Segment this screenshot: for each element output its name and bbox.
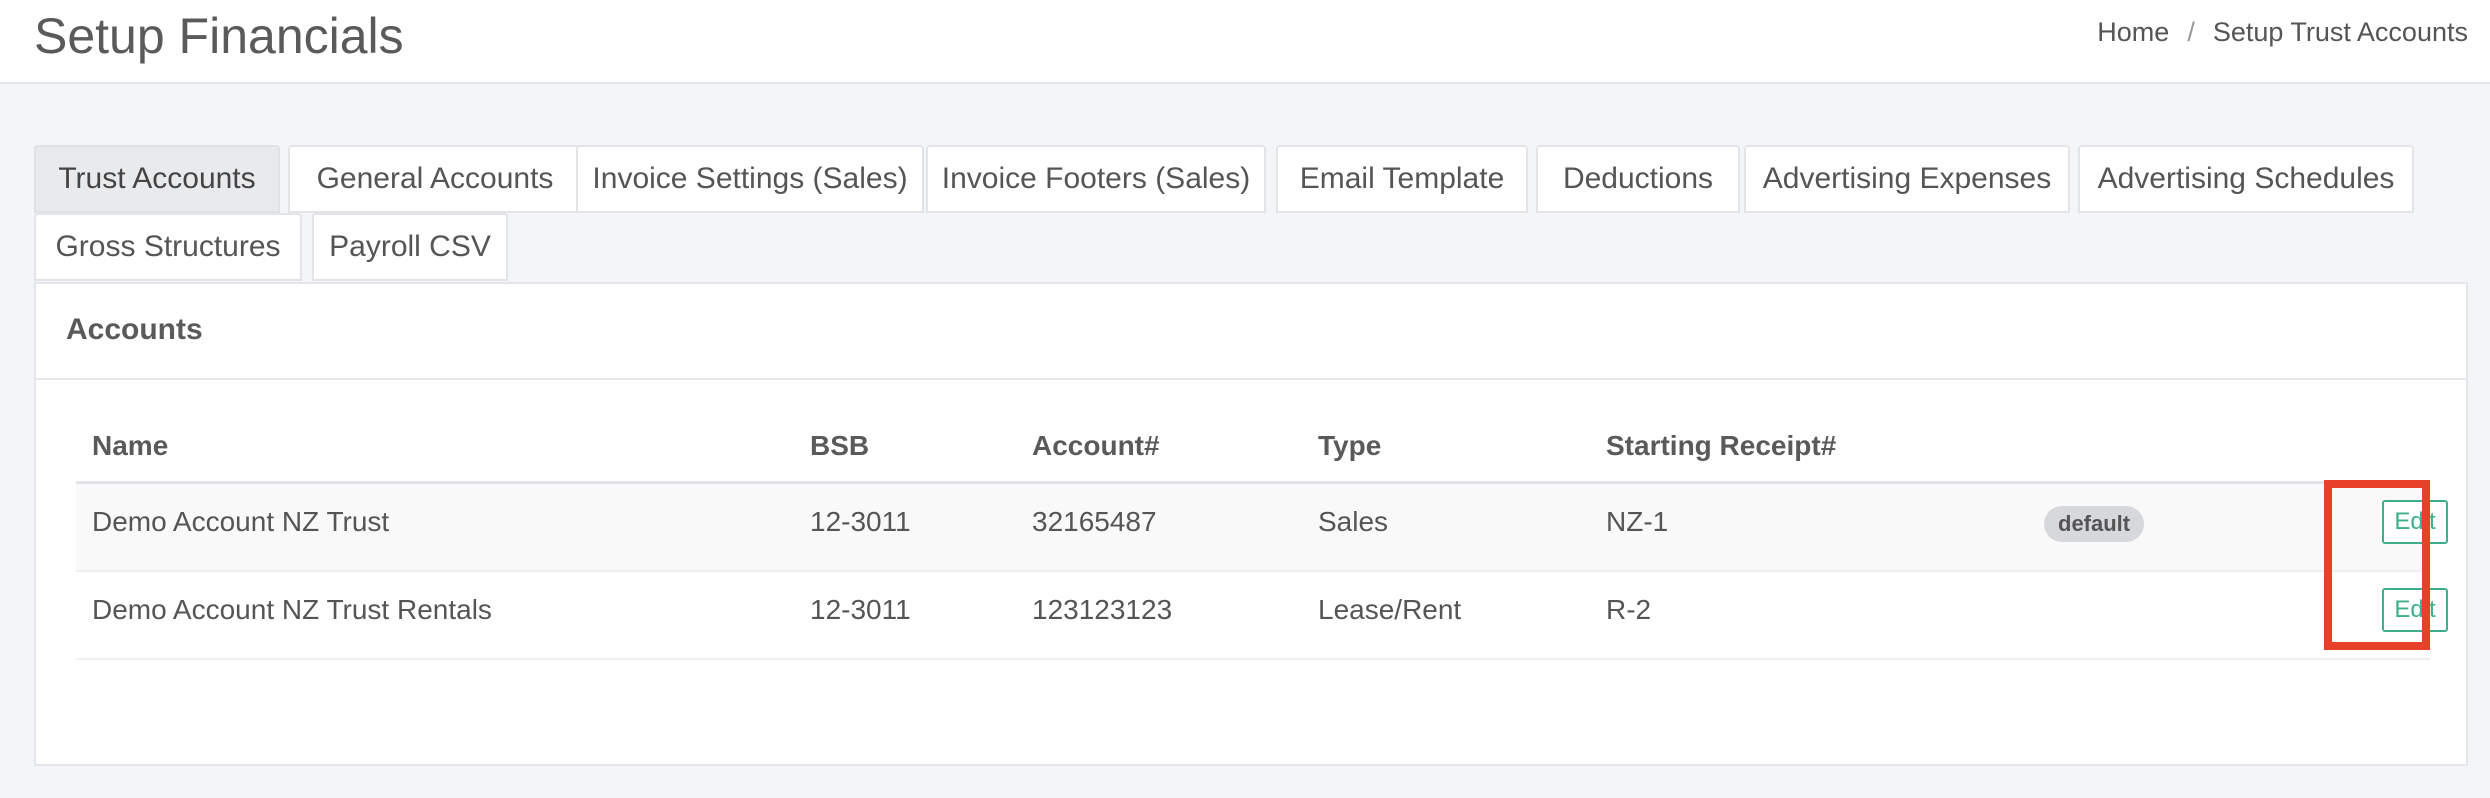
cell-name: Demo Account NZ Trust Rentals [92, 594, 492, 625]
cell-starting-receipt: NZ-1 [1606, 506, 1669, 537]
page-title: Setup Financials [34, 8, 404, 64]
accounts-panel: Accounts Name BSB Account# Type Starting… [34, 282, 2468, 766]
tab-invoice-footers[interactable]: Invoice Footers (Sales) [926, 145, 1266, 213]
cell-account: 32165487 [1032, 506, 1157, 537]
edit-button[interactable]: Edit [2382, 588, 2448, 632]
panel-title: Accounts [66, 313, 203, 346]
accounts-table: Name BSB Account# Type Starting Receipt#… [76, 414, 2448, 660]
page-header: Setup Financials Home / Setup Trust Accoun… [0, 0, 2490, 84]
cell-bsb: 12-3011 [810, 594, 911, 625]
table-header: Name BSB Account# Type Starting Receipt# [76, 414, 2430, 484]
cell-name: Demo Account NZ Trust [92, 506, 390, 537]
cell-bsb: 12-3011 [810, 506, 911, 537]
tab-email-template[interactable]: Email Template [1276, 145, 1528, 213]
breadcrumb-current: Setup Trust Accounts [2212, 17, 2468, 47]
panel-heading: Accounts [36, 284, 2466, 380]
column-header-bsb[interactable]: BSB [810, 428, 869, 464]
breadcrumb: Home / Setup Trust Accounts [2097, 14, 2468, 50]
column-header-name[interactable]: Name [92, 428, 168, 464]
tab-general-accounts[interactable]: General Accounts [288, 145, 582, 213]
breadcrumb-separator: / [2187, 17, 2195, 47]
edit-button[interactable]: Edit [2382, 500, 2448, 544]
table-row: Demo Account NZ Trust 12-3011 32165487 S… [76, 484, 2448, 572]
tab-invoice-settings[interactable]: Invoice Settings (Sales) [576, 145, 924, 213]
cell-account: 123123123 [1032, 594, 1173, 625]
breadcrumb-home-link[interactable]: Home [2097, 17, 2169, 47]
tab-trust-accounts[interactable]: Trust Accounts [34, 145, 280, 213]
column-header-account[interactable]: Account# [1032, 428, 1160, 464]
column-header-type[interactable]: Type [1318, 428, 1381, 464]
tab-payroll-csv[interactable]: Payroll CSV [312, 213, 508, 281]
tab-deductions[interactable]: Deductions [1536, 145, 1740, 213]
default-badge: default [2044, 506, 2145, 542]
cell-type: Lease/Rent [1318, 594, 1462, 625]
table-row: Demo Account NZ Trust Rentals 12-3011 12… [76, 572, 2448, 660]
tab-gross-structures[interactable]: Gross Structures [34, 213, 302, 281]
cell-starting-receipt: R-2 [1606, 594, 1652, 625]
column-header-starting-receipt[interactable]: Starting Receipt# [1606, 428, 1836, 464]
tab-advertising-schedules[interactable]: Advertising Schedules [2078, 145, 2414, 213]
tab-advertising-expenses[interactable]: Advertising Expenses [1744, 145, 2070, 213]
cell-type: Sales [1318, 506, 1389, 537]
